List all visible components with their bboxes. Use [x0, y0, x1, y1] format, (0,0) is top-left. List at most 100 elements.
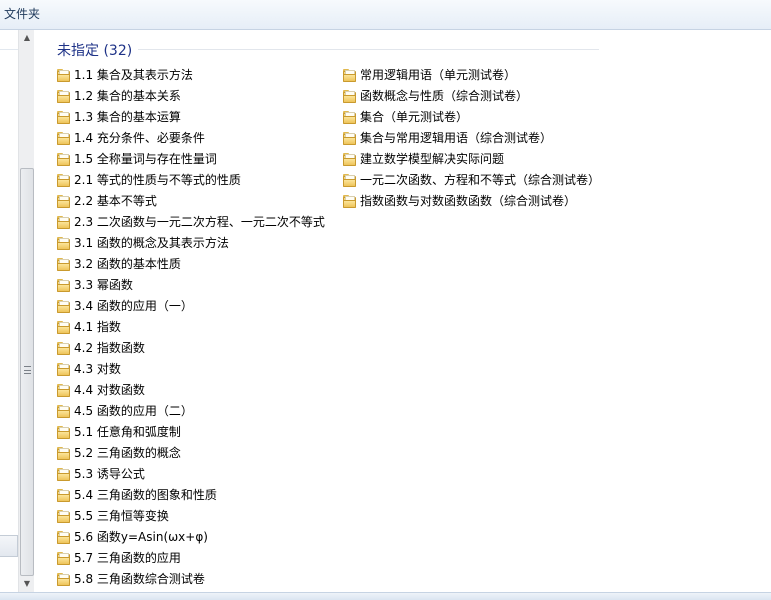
- folder-item[interactable]: 1.1 集合及其表示方法: [56, 64, 325, 85]
- folder-name: 5.6 函数y=Asin(ωx+φ): [74, 529, 208, 544]
- status-bar: [0, 592, 771, 600]
- folder-name: 函数概念与性质（综合测试卷）: [360, 88, 529, 103]
- folder-icon: [56, 466, 72, 482]
- folder-name: 4.3 对数: [74, 361, 121, 376]
- folder-item[interactable]: 5.8 三角函数综合测试卷: [56, 568, 325, 589]
- nav-pane-scrollbar[interactable]: ▲ ▼: [18, 30, 34, 592]
- scroll-down-arrow-icon[interactable]: ▼: [19, 576, 35, 592]
- folder-name: 3.3 幂函数: [74, 277, 133, 292]
- folder-name: 1.2 集合的基本关系: [74, 88, 181, 103]
- folder-item[interactable]: 5.3 诱导公式: [56, 463, 325, 484]
- folder-icon: [56, 550, 72, 566]
- folder-icon: [56, 424, 72, 440]
- folder-item[interactable]: 1.2 集合的基本关系: [56, 85, 325, 106]
- folder-item[interactable]: 常用逻辑用语（单元测试卷）: [342, 64, 600, 85]
- folder-icon: [56, 235, 72, 251]
- folder-name: 5.3 诱导公式: [74, 466, 145, 481]
- folder-item[interactable]: 3.2 函数的基本性质: [56, 253, 325, 274]
- folder-name: 5.7 三角函数的应用: [74, 550, 181, 565]
- folder-name: 常用逻辑用语（单元测试卷）: [360, 67, 517, 82]
- folder-item[interactable]: 5.1 任意角和弧度制: [56, 421, 325, 442]
- folder-name: 2.1 等式的性质与不等式的性质: [74, 172, 241, 187]
- folder-name: 5.8 三角函数综合测试卷: [74, 571, 205, 586]
- folder-icon: [56, 529, 72, 545]
- folder-icon: [56, 298, 72, 314]
- folder-icon: [56, 256, 72, 272]
- folder-item[interactable]: 5.4 三角函数的图象和性质: [56, 484, 325, 505]
- folder-icon: [56, 319, 72, 335]
- folder-icon: [56, 487, 72, 503]
- scroll-up-arrow-icon[interactable]: ▲: [19, 30, 35, 46]
- folder-item[interactable]: 指数函数与对数函数函数（综合测试卷）: [342, 190, 600, 211]
- folder-name: 指数函数与对数函数函数（综合测试卷）: [360, 193, 577, 208]
- folder-name: 5.5 三角恒等变换: [74, 508, 169, 523]
- folder-item[interactable]: 4.2 指数函数: [56, 337, 325, 358]
- folder-name: 2.2 基本不等式: [74, 193, 157, 208]
- folder-name: 4.1 指数: [74, 319, 121, 334]
- folder-icon: [56, 445, 72, 461]
- folder-name: 集合与常用逻辑用语（综合测试卷）: [360, 130, 553, 145]
- scrollbar-thumb[interactable]: [20, 168, 34, 576]
- folder-name: 集合（单元测试卷）: [360, 109, 469, 124]
- folder-column-right: 常用逻辑用语（单元测试卷） 函数概念与性质（综合测试卷） 集合（单元测试卷） 集合与常…: [342, 64, 600, 211]
- group-title: 未指定 (32): [57, 40, 139, 60]
- folder-name: 4.5 函数的应用（二）: [74, 403, 193, 418]
- folder-icon: [56, 340, 72, 356]
- folder-icon: [342, 109, 358, 125]
- folder-item[interactable]: 集合与常用逻辑用语（综合测试卷）: [342, 127, 600, 148]
- folder-item[interactable]: 4.5 函数的应用（二）: [56, 400, 325, 421]
- folder-item[interactable]: 4.3 对数: [56, 358, 325, 379]
- folder-name: 建立数学模型解决实际问题: [360, 151, 505, 166]
- toolbar: 文件夹: [0, 0, 771, 30]
- file-list: 未指定 (32) 1.1 集合及其表示方法 1.2 集合的基本关系 1.3 集合的基…: [35, 30, 771, 592]
- folder-item[interactable]: 4.1 指数: [56, 316, 325, 337]
- folder-icon: [56, 151, 72, 167]
- group-header[interactable]: 未指定 (32): [57, 40, 599, 60]
- folder-item[interactable]: 集合（单元测试卷）: [342, 106, 600, 127]
- folder-item[interactable]: 5.2 三角函数的概念: [56, 442, 325, 463]
- folder-icon: [56, 109, 72, 125]
- grip-icon: [24, 366, 31, 374]
- folder-name: 3.1 函数的概念及其表示方法: [74, 235, 229, 250]
- nav-pane-selected-item[interactable]: [0, 535, 18, 557]
- folder-icon: [56, 277, 72, 293]
- folder-item[interactable]: 5.5 三角恒等变换: [56, 505, 325, 526]
- folder-name: 5.2 三角函数的概念: [74, 445, 181, 460]
- folder-name: 1.4 充分条件、必要条件: [74, 130, 205, 145]
- folder-item[interactable]: 3.4 函数的应用（一）: [56, 295, 325, 316]
- folder-icon: [56, 88, 72, 104]
- folder-name: 4.4 对数函数: [74, 382, 145, 397]
- folder-icon: [342, 88, 358, 104]
- folder-name: 1.5 全称量词与存在性量词: [74, 151, 217, 166]
- navigation-pane: ▲ ▼: [0, 30, 34, 592]
- folder-name: 3.4 函数的应用（一）: [74, 298, 193, 313]
- folder-item[interactable]: 1.3 集合的基本运算: [56, 106, 325, 127]
- folder-name: 5.4 三角函数的图象和性质: [74, 487, 217, 502]
- folder-item[interactable]: 5.6 函数y=Asin(ωx+φ): [56, 526, 325, 547]
- folder-item[interactable]: 2.3 二次函数与一元二次方程、一元二次不等式: [56, 211, 325, 232]
- folder-icon: [56, 382, 72, 398]
- new-folder-button[interactable]: 文件夹: [0, 4, 44, 24]
- folder-item[interactable]: 1.4 充分条件、必要条件: [56, 127, 325, 148]
- nav-pane-item[interactable]: [0, 36, 18, 50]
- folder-item[interactable]: 1.5 全称量词与存在性量词: [56, 148, 325, 169]
- folder-name: 1.3 集合的基本运算: [74, 109, 181, 124]
- folder-item[interactable]: 3.3 幂函数: [56, 274, 325, 295]
- folder-icon: [342, 151, 358, 167]
- folder-item[interactable]: 一元二次函数、方程和不等式（综合测试卷）: [342, 169, 600, 190]
- group-divider: [57, 49, 599, 50]
- folder-icon: [342, 67, 358, 83]
- folder-item[interactable]: 函数概念与性质（综合测试卷）: [342, 85, 600, 106]
- folder-item[interactable]: 5.7 三角函数的应用: [56, 547, 325, 568]
- folder-icon: [342, 172, 358, 188]
- folder-item[interactable]: 2.1 等式的性质与不等式的性质: [56, 169, 325, 190]
- folder-item[interactable]: 3.1 函数的概念及其表示方法: [56, 232, 325, 253]
- folder-item[interactable]: 4.4 对数函数: [56, 379, 325, 400]
- folder-icon: [56, 361, 72, 377]
- folder-item[interactable]: 2.2 基本不等式: [56, 190, 325, 211]
- folder-name: 2.3 二次函数与一元二次方程、一元二次不等式: [74, 214, 325, 229]
- folder-icon: [342, 193, 358, 209]
- folder-item[interactable]: 建立数学模型解决实际问题: [342, 148, 600, 169]
- folder-icon: [56, 172, 72, 188]
- folder-icon: [56, 214, 72, 230]
